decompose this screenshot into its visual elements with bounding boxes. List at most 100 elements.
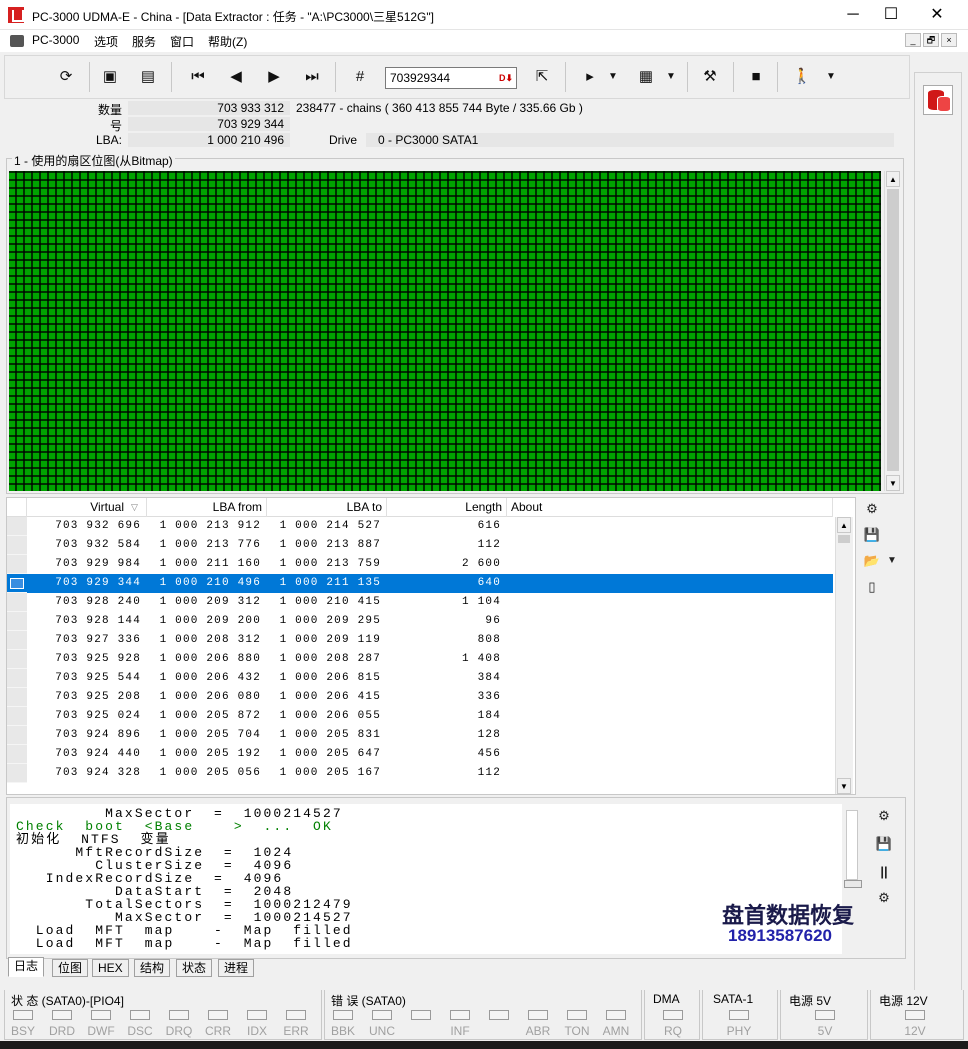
close-button[interactable]: ✕ xyxy=(914,0,960,30)
log-scroll-thumb[interactable] xyxy=(844,880,862,888)
goto-sector-input[interactable]: 703929344 D⬇ xyxy=(385,67,517,89)
cell-about xyxy=(507,536,833,555)
first-icon[interactable]: ⏮ xyxy=(185,64,211,90)
menu-options[interactable]: 选项 xyxy=(94,33,118,50)
grid-dropdown-chevron-icon[interactable]: ▼ xyxy=(663,64,679,90)
save-doc-icon[interactable]: 💾 xyxy=(862,525,882,545)
tab-structure[interactable]: 结构 xyxy=(134,959,171,977)
goto-drive-icon[interactable]: D⬇ xyxy=(498,70,514,86)
row-header[interactable] xyxy=(7,593,27,612)
menu-service[interactable]: 服务 xyxy=(132,33,156,50)
maximize-button[interactable]: ☐ xyxy=(868,0,914,30)
tab-bitmap[interactable]: 位图 xyxy=(52,959,89,977)
scroll-thumb[interactable] xyxy=(838,535,850,543)
menu-pc3000[interactable]: PC-3000 xyxy=(32,33,79,47)
table-scrollbar[interactable]: ▲ ▼ xyxy=(835,517,853,794)
row-header[interactable] xyxy=(7,707,27,726)
toolbar-separator xyxy=(565,62,566,92)
save-disk-multi-icon[interactable]: ▤ xyxy=(135,64,161,90)
next-icon[interactable]: ▶ xyxy=(261,64,287,90)
scroll-down-arrow-icon[interactable]: ▼ xyxy=(886,475,900,491)
cell-length: 1 408 xyxy=(461,653,501,665)
folder-dropdown-chevron-icon[interactable]: ▼ xyxy=(886,551,898,571)
cell-virtual: 703 929 984 xyxy=(55,558,141,570)
status-led xyxy=(606,1010,626,1020)
scroll-down-arrow-icon[interactable]: ▼ xyxy=(837,778,851,794)
count-extra: 238477 - chains ( 360 413 855 744 Byte /… xyxy=(296,101,583,115)
col-length[interactable]: Length xyxy=(387,498,507,517)
bitmap-scrollbar[interactable]: ▲ ▼ xyxy=(884,171,902,491)
mdi-close-button[interactable]: × xyxy=(941,33,957,47)
table-row[interactable]: 703 925 024 1 000 205 872 1 000 206 055 184 xyxy=(7,707,833,726)
mdi-minimize-button[interactable]: _ xyxy=(905,33,921,47)
table-row[interactable]: 703 924 896 1 000 205 704 1 000 205 831 128 xyxy=(7,726,833,745)
table-row[interactable]: 703 928 144 1 000 209 200 1 000 209 295 96 xyxy=(7,612,833,631)
new-doc-icon[interactable]: ▯ xyxy=(862,577,882,597)
table-row[interactable]: 703 928 240 1 000 209 312 1 000 210 415 1 1… xyxy=(7,593,833,612)
sector-bitmap[interactable] xyxy=(9,171,881,491)
table-row[interactable]: 703 924 440 1 000 205 192 1 000 205 647 456 xyxy=(7,745,833,764)
scroll-thumb[interactable] xyxy=(887,189,899,471)
scroll-up-arrow-icon[interactable]: ▲ xyxy=(837,517,851,533)
play-dropdown-chevron-icon[interactable]: ▼ xyxy=(605,64,621,90)
menu-window[interactable]: 窗口 xyxy=(170,33,194,50)
status-led-label: TON xyxy=(564,1024,590,1038)
tab-status[interactable]: 状态 xyxy=(176,959,213,977)
row-header[interactable] xyxy=(7,631,27,650)
tab-process[interactable]: 进程 xyxy=(218,959,255,977)
log-export-icon[interactable]: ⚙ xyxy=(874,888,894,908)
row-header[interactable] xyxy=(7,650,27,669)
last-icon[interactable]: ⏭ xyxy=(299,64,325,90)
log-settings-icon[interactable]: ⚙ xyxy=(874,806,894,826)
row-header[interactable] xyxy=(7,536,27,555)
table-row[interactable]: 703 925 928 1 000 206 880 1 000 208 287 1 4… xyxy=(7,650,833,669)
row-header[interactable] xyxy=(7,726,27,745)
row-header[interactable] xyxy=(7,612,27,631)
table-row[interactable]: 703 929 344 1 000 210 496 1 000 211 135 640 xyxy=(7,574,833,593)
col-lba-from[interactable]: LBA from xyxy=(147,498,267,517)
prev-icon[interactable]: ◀ xyxy=(223,64,249,90)
goto-number-icon[interactable]: # xyxy=(347,64,373,90)
cell-lba-from: 1 000 205 192 xyxy=(159,748,261,760)
refresh-scan-icon[interactable]: ⟳ xyxy=(53,64,79,90)
table-row[interactable]: 703 932 696 1 000 213 912 1 000 214 527 616 xyxy=(7,517,833,536)
tab-hex[interactable]: HEX xyxy=(92,959,129,977)
cell-lba-from: 1 000 211 160 xyxy=(159,558,261,570)
row-header[interactable] xyxy=(7,517,27,536)
row-header[interactable] xyxy=(7,669,27,688)
tools-icon[interactable]: ⚒ xyxy=(697,64,723,90)
exit-icon[interactable]: 🚶 xyxy=(789,64,815,90)
col-virtual[interactable]: Virtual xyxy=(27,498,147,517)
row-header[interactable] xyxy=(7,745,27,764)
table-row[interactable]: 703 925 544 1 000 206 432 1 000 206 815 384 xyxy=(7,669,833,688)
menu-help[interactable]: 帮助(Z) xyxy=(208,33,247,50)
row-header[interactable] xyxy=(7,574,27,593)
table-row[interactable]: 703 929 984 1 000 211 160 1 000 213 759 2 6… xyxy=(7,555,833,574)
scroll-up-arrow-icon[interactable]: ▲ xyxy=(886,171,900,187)
log-save-icon[interactable]: 💾 xyxy=(874,834,894,854)
open-folder-icon[interactable]: 📂 xyxy=(862,551,882,571)
mdi-restore-button[interactable]: 🗗 xyxy=(923,33,939,47)
table-row[interactable]: 703 932 584 1 000 213 776 1 000 213 887 112 xyxy=(7,536,833,555)
play-icon[interactable]: ▸ xyxy=(577,64,603,90)
pause-icon[interactable]: || xyxy=(874,862,894,882)
tab-log[interactable]: 日志 xyxy=(8,957,45,977)
col-about[interactable]: About xyxy=(507,498,833,517)
table-row[interactable]: 703 925 208 1 000 206 080 1 000 206 415 336 xyxy=(7,688,833,707)
export-icon[interactable]: ⇱ xyxy=(529,64,555,90)
status-led xyxy=(169,1010,189,1020)
row-header[interactable] xyxy=(7,764,27,783)
settings-doc-icon[interactable]: ⚙ xyxy=(862,499,882,519)
save-disk-icon[interactable]: ▣ xyxy=(97,64,123,90)
stop-icon[interactable]: ■ xyxy=(743,64,769,90)
grid-icon[interactable]: ▦ xyxy=(633,64,659,90)
log-scrollbar[interactable] xyxy=(846,810,858,880)
row-header[interactable] xyxy=(7,555,27,574)
database-icon[interactable] xyxy=(923,85,953,115)
exit-dropdown-chevron-icon[interactable]: ▼ xyxy=(823,64,839,90)
row-header[interactable] xyxy=(7,688,27,707)
table-row[interactable]: 703 924 328 1 000 205 056 1 000 205 167 112 xyxy=(7,764,833,783)
col-lba-to[interactable]: LBA to xyxy=(267,498,387,517)
cell-length: 336 xyxy=(477,691,501,703)
table-row[interactable]: 703 927 336 1 000 208 312 1 000 209 119 808 xyxy=(7,631,833,650)
